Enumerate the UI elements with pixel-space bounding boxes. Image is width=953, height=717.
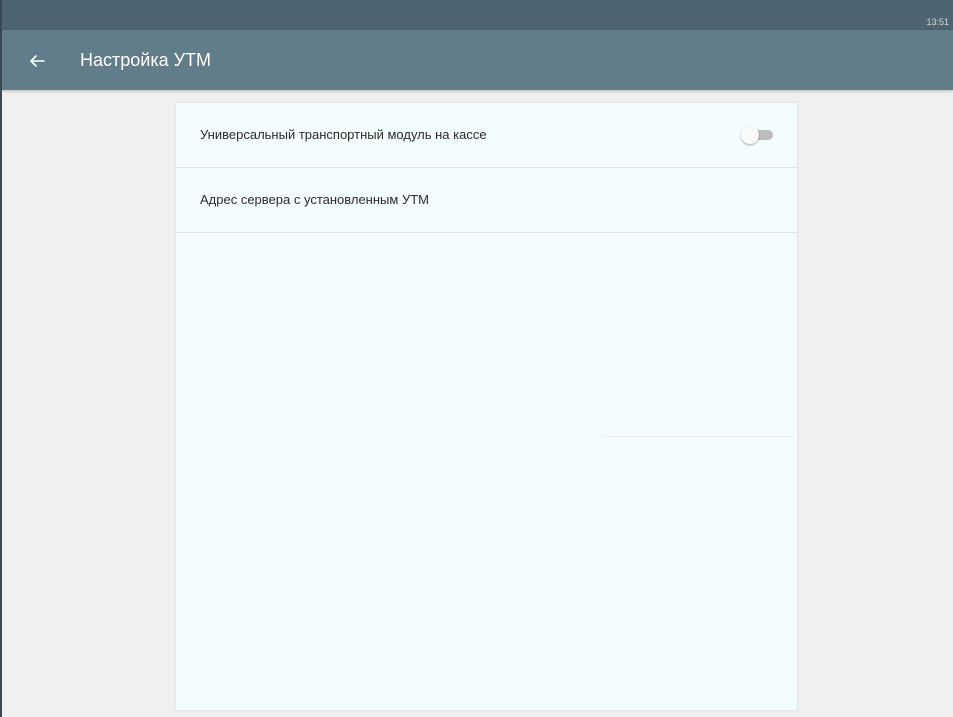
- setting-label-utm-server-address: Адрес сервера с установленным УТМ: [200, 192, 429, 207]
- page-title: Настройка УТМ: [80, 50, 212, 70]
- settings-card: Универсальный транспортный модуль на кас…: [176, 103, 797, 710]
- setting-row-utm-server-address[interactable]: Адрес сервера с установленным УТМ: [176, 168, 797, 233]
- window-left-edge: [0, 0, 2, 717]
- utm-toggle-switch[interactable]: [741, 126, 775, 144]
- setting-row-utm-on-register[interactable]: Универсальный транспортный модуль на кас…: [176, 103, 797, 168]
- screen: 13:51 Настройка УТМ Универсальный трансп…: [0, 0, 953, 717]
- arrow-left-icon: [30, 55, 45, 67]
- status-time: 13:51: [926, 17, 949, 27]
- app-bar: Настройка УТМ: [0, 30, 953, 90]
- setting-label-utm-on-register: Универсальный транспортный модуль на кас…: [200, 127, 487, 142]
- divider: [604, 436, 794, 437]
- back-button[interactable]: [24, 48, 50, 74]
- status-bar: 13:51: [0, 0, 953, 30]
- switch-thumb: [741, 126, 759, 144]
